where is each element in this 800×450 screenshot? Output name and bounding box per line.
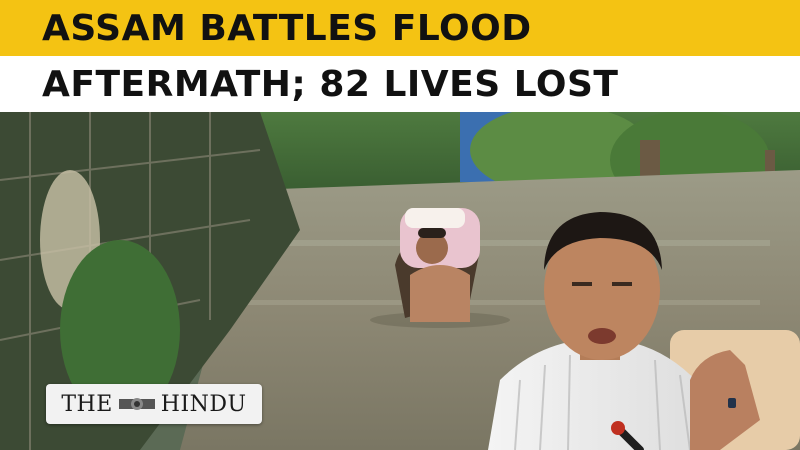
headline-line-2-bar: AFTERMATH; 82 LIVES LOST <box>0 56 800 112</box>
headline-line-1: ASSAM BATTLES FLOOD <box>42 7 532 49</box>
headline-line-1-bar: ASSAM BATTLES FLOOD <box>0 0 800 56</box>
logo-word-the: THE <box>61 391 113 417</box>
the-hindu-logo: THE HINDU <box>46 384 262 424</box>
emblem-icon <box>118 398 155 410</box>
logo-word-hindu: HINDU <box>160 391 247 417</box>
headline-line-2: AFTERMATH; 82 LIVES LOST <box>42 63 619 105</box>
